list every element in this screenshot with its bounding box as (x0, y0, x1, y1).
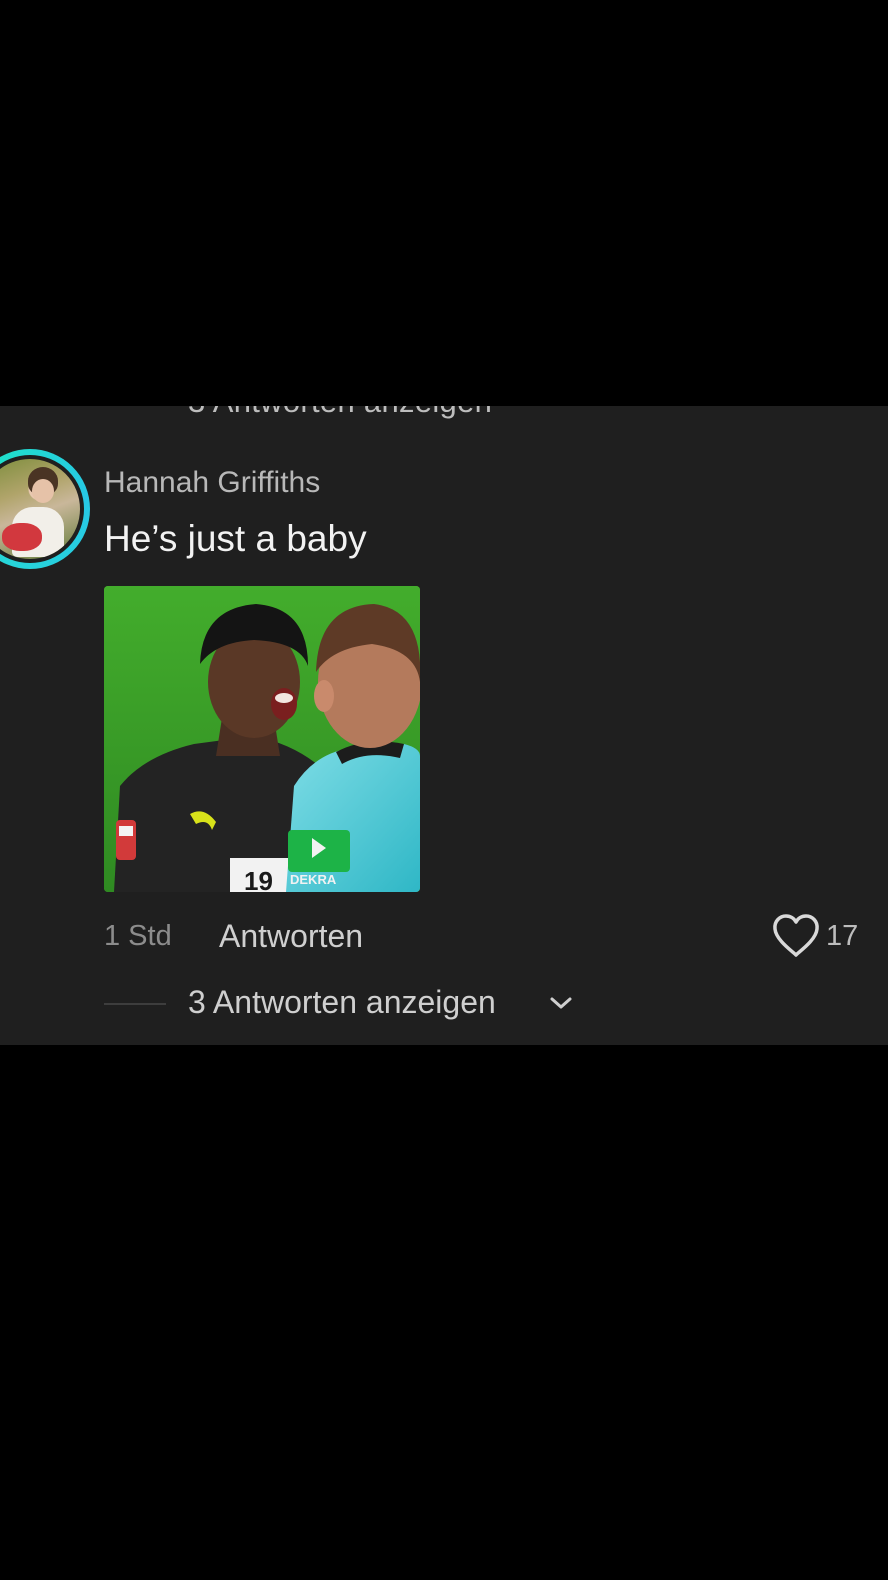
comment-username[interactable]: Hannah Griffiths (104, 466, 320, 500)
chevron-down-icon[interactable] (548, 992, 574, 1014)
reply-button[interactable]: Antworten (219, 918, 363, 955)
comment-text: He’s just a baby (104, 518, 367, 559)
avatar-figure-face (32, 479, 54, 503)
view-replies-row[interactable]: 3 Antworten anzeigen (104, 984, 604, 1024)
like-count: 17 (826, 920, 859, 952)
avatar-story-ring[interactable] (0, 449, 90, 569)
bottom-letterbox (0, 1045, 888, 1580)
view-replies-link[interactable]: 3 Antworten anzeigen (188, 984, 496, 1021)
top-letterbox (0, 0, 888, 406)
heart-outline-icon (773, 914, 819, 957)
sponsor-text: DEKRA (290, 872, 337, 887)
previous-view-replies-link[interactable]: 3 Antworten anzeigen (188, 406, 492, 420)
avatar[interactable] (0, 455, 84, 563)
like-button[interactable] (770, 912, 822, 960)
shirt-number: 19 (244, 866, 273, 892)
avatar-figure-baby (2, 523, 42, 551)
replies-divider (104, 1003, 166, 1005)
comment-image-attachment[interactable]: 19 DEKRA (104, 586, 420, 892)
comment-actions-row: 1 Std Antworten 17 (104, 914, 864, 960)
comment-section: 3 Antworten anzeigen Hannah Griffiths He… (0, 406, 888, 1045)
comment-timestamp: 1 Std (104, 920, 172, 952)
